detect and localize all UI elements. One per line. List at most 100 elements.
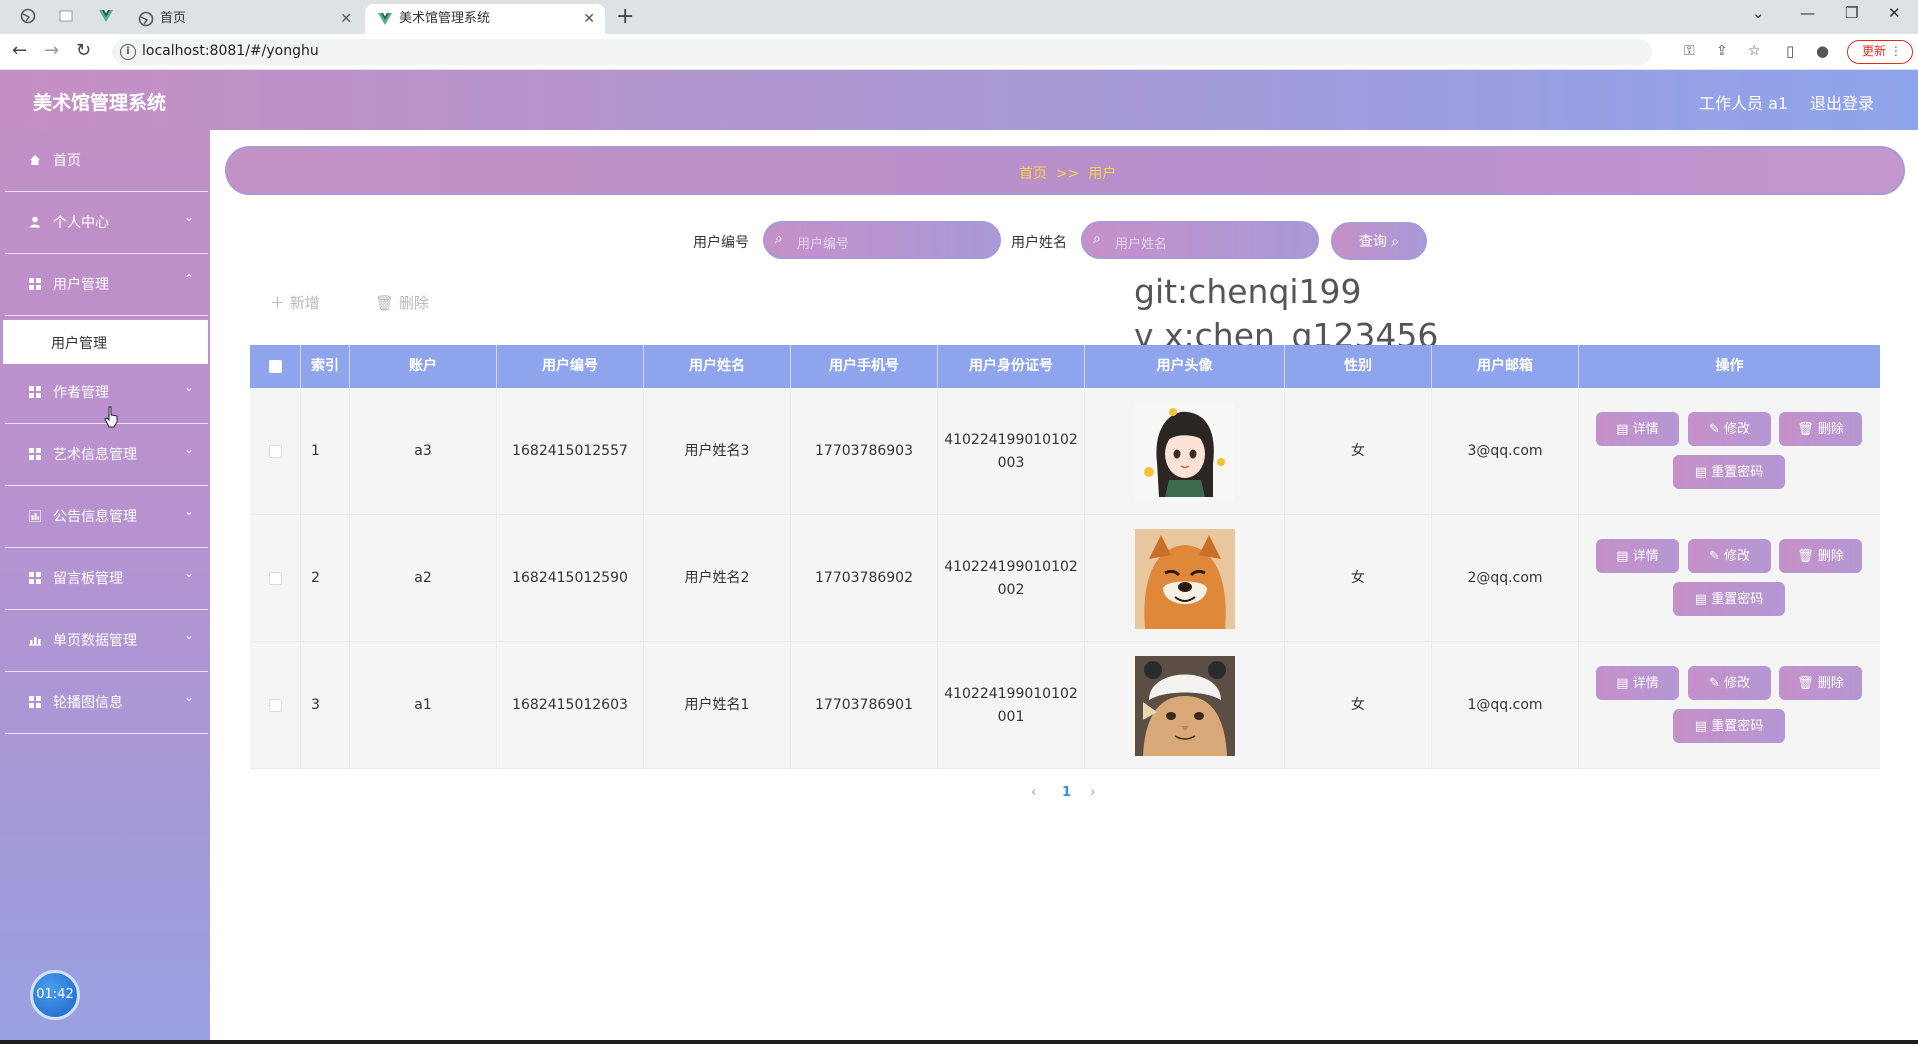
url-field[interactable]: i localhost:8081/#/yonghu ⚿ ⇪ ☆ <box>112 39 1761 65</box>
header-user-no: 用户编号 <box>497 345 644 388</box>
reset-password-button[interactable]: ▤ 重置密码 <box>1673 709 1785 743</box>
cell-user-no: 1682415012603 <box>497 642 644 769</box>
doc-icon: ▤ <box>1694 592 1708 607</box>
sidepanel-icon[interactable]: ▯ <box>1786 42 1794 60</box>
delete-button[interactable]: 🗑 删除 <box>1779 666 1862 700</box>
user-label[interactable]: 工作人员 a1 <box>1699 90 1788 114</box>
submenu-item-user-mgmt[interactable]: 用户管理 <box>3 320 208 364</box>
star-icon[interactable]: ☆ <box>1748 43 1761 59</box>
user-no-input[interactable]: ⌕ 用户编号 <box>763 221 1001 259</box>
header-phone: 用户手机号 <box>791 345 938 388</box>
sidebar-item-personal[interactable]: 个人中心 ⌄ <box>5 192 208 254</box>
detail-button[interactable]: ▤ 详情 <box>1596 666 1679 700</box>
info-icon[interactable]: i <box>120 44 136 60</box>
prev-page-icon[interactable]: ‹ <box>1031 785 1036 800</box>
blank-page-icon[interactable] <box>58 8 74 24</box>
trash-icon: 🗑 <box>1797 549 1814 564</box>
row-checkbox[interactable] <box>268 699 282 712</box>
query-button[interactable]: 查询 ⌕ <box>1331 222 1427 260</box>
vue-logo-icon[interactable] <box>98 8 114 24</box>
cell-avatar <box>1085 515 1285 642</box>
taskbar-edge <box>0 1040 1918 1044</box>
sidebar-item-user-mgmt[interactable]: 用户管理 ⌃ <box>5 254 208 316</box>
sidebar-item-carousel[interactable]: 轮播图信息 ⌄ <box>5 672 208 734</box>
browser-globe-icon[interactable] <box>20 8 36 24</box>
reset-password-button[interactable]: ▤ 重置密码 <box>1673 582 1785 616</box>
cell-phone: 17703786903 <box>791 388 938 515</box>
reload-icon[interactable]: ↻ <box>76 41 91 61</box>
key-icon[interactable]: ⚿ <box>1684 43 1695 59</box>
minimize-icon[interactable]: — <box>1800 4 1815 22</box>
cell-avatar <box>1085 642 1285 769</box>
header-id-card: 用户身份证号 <box>938 345 1085 388</box>
search-icon: ⌕ <box>1093 231 1101 247</box>
close-icon[interactable]: ✕ <box>583 4 595 34</box>
id-card-line2: 001 <box>997 708 1025 725</box>
tab-active[interactable]: 美术馆管理系统 ✕ <box>365 4 605 34</box>
cell-email: 2@qq.com <box>1432 515 1579 642</box>
header-actions: 操作 <box>1715 358 1744 374</box>
window-close-icon[interactable]: ✕ <box>1888 4 1901 22</box>
next-page-icon[interactable]: › <box>1090 785 1095 800</box>
chevron-down-icon: ⌄ <box>183 628 194 642</box>
user-name-input[interactable]: ⌕ 用户姓名 <box>1081 221 1319 259</box>
detail-button[interactable]: ▤ 详情 <box>1596 539 1679 573</box>
row-checkbox[interactable] <box>268 445 282 458</box>
tab-search-chevron-icon[interactable]: ⌄ <box>1752 4 1765 22</box>
delete-label: 删除 <box>1817 549 1844 564</box>
current-page[interactable]: 1 <box>1062 785 1071 800</box>
edit-button[interactable]: ✎ 修改 <box>1688 412 1771 446</box>
cell-actions: ▤ 详情 ✎ 修改 🗑 删除 ▤ 重置密码 <box>1579 642 1880 769</box>
delete-button[interactable]: 🗑 删除 <box>1779 412 1862 446</box>
logout-button[interactable]: 退出登录 <box>1810 90 1874 114</box>
timer-badge[interactable]: 01:42 <box>30 970 80 1020</box>
sidebar-item-home[interactable]: 首页 <box>5 130 208 192</box>
new-tab-button[interactable]: + <box>616 4 634 30</box>
edit-button[interactable]: ✎ 修改 <box>1688 539 1771 573</box>
close-icon[interactable]: ✕ <box>340 4 352 34</box>
reset-label: 重置密码 <box>1711 719 1764 734</box>
trash-icon: 🗑 <box>1797 422 1814 437</box>
table-row: 2 a2 1682415012590 用户姓名2 17703786902 410… <box>250 515 1880 642</box>
chevron-down-icon: ⌄ <box>183 504 194 518</box>
user-name-label: 用户姓名 <box>1011 235 1067 251</box>
tab-title: 美术馆管理系统 <box>399 11 491 26</box>
user-icon <box>30 216 40 228</box>
share-icon[interactable]: ⇪ <box>1716 43 1728 59</box>
cell-phone: 17703786902 <box>791 515 938 642</box>
select-all-checkbox[interactable] <box>268 360 282 373</box>
delete-button[interactable]: 🗑 删除 <box>1779 539 1862 573</box>
cell-user-no: 1682415012557 <box>497 388 644 515</box>
table-header: 索引 账户 用户编号 用户姓名 用户手机号 用户身份证号 用户头像 性别 用户邮… <box>250 345 1880 388</box>
restore-icon[interactable]: ❐ <box>1845 4 1858 22</box>
breadcrumb-text[interactable]: 首页 >> 用户 <box>1019 163 1116 183</box>
edit-label: 修改 <box>1724 422 1751 437</box>
back-icon[interactable]: ← <box>12 41 27 61</box>
cell-actions: ▤ 详情 ✎ 修改 🗑 删除 ▤ 重置密码 <box>1579 388 1880 515</box>
select-all-cell <box>250 345 301 388</box>
shiba-dog-avatar-image <box>1134 528 1235 629</box>
sidebar-item-art-info[interactable]: 艺术信息管理 ⌄ <box>5 424 208 486</box>
sidebar-item-page-data[interactable]: 单页数据管理 ⌄ <box>5 610 208 672</box>
profile-icon[interactable]: ● <box>1816 42 1829 60</box>
sidebar-item-label: 首页 <box>53 153 81 169</box>
add-button[interactable]: ＋ 新增 <box>270 292 320 313</box>
id-card-line2: 002 <box>997 581 1025 598</box>
sidebar-item-label: 留言板管理 <box>53 571 123 587</box>
batch-delete-button[interactable]: 🗑 删除 <box>375 292 429 313</box>
url-text: localhost:8081/#/yonghu <box>142 43 319 59</box>
reset-password-button[interactable]: ▤ 重置密码 <box>1673 455 1785 489</box>
update-button[interactable]: 更新 ⋮ <box>1847 40 1913 64</box>
grid-icon <box>29 696 41 708</box>
sidebar-item-notice[interactable]: 公告信息管理 ⌄ <box>5 486 208 548</box>
row-checkbox[interactable] <box>268 572 282 585</box>
sidebar-item-label: 公告信息管理 <box>53 509 137 525</box>
edit-button[interactable]: ✎ 修改 <box>1688 666 1771 700</box>
forward-icon[interactable]: → <box>44 41 59 61</box>
delete-label: 删除 <box>1817 422 1844 437</box>
cell-user-no: 1682415012590 <box>497 515 644 642</box>
detail-button[interactable]: ▤ 详情 <box>1596 412 1679 446</box>
tab-home[interactable]: 首页 ✕ <box>126 4 362 34</box>
search-icon: ⌕ <box>775 231 783 247</box>
sidebar-item-messages[interactable]: 留言板管理 ⌄ <box>5 548 208 610</box>
